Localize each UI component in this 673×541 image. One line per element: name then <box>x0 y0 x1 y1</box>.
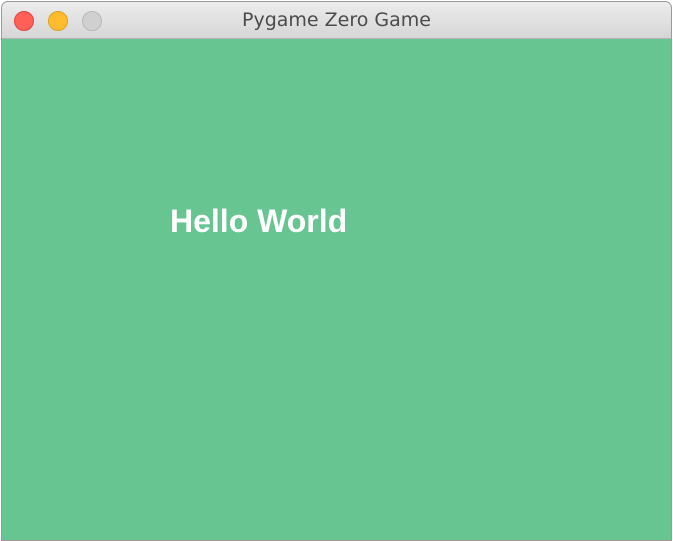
close-icon[interactable] <box>14 11 34 31</box>
minimize-icon[interactable] <box>48 11 68 31</box>
window-title: Pygame Zero Game <box>242 9 431 31</box>
game-canvas[interactable]: Hello World <box>2 39 671 540</box>
zoom-icon <box>82 11 102 31</box>
hello-world-text: Hello World <box>170 203 348 239</box>
game-window: Pygame Zero Game Hello World <box>2 2 671 540</box>
title-bar[interactable]: Pygame Zero Game <box>2 2 671 39</box>
